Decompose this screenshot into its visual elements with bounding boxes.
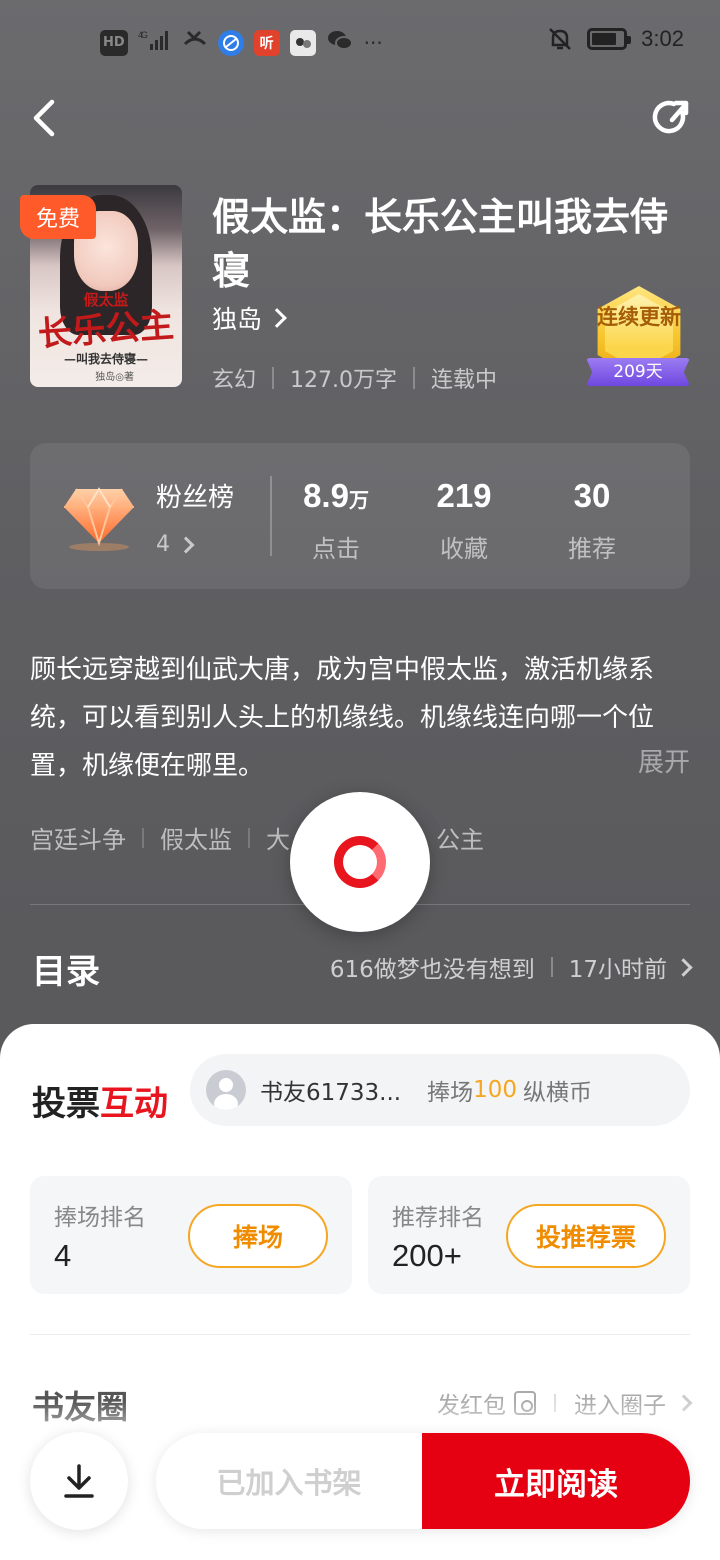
fans-rank: 4: [156, 532, 234, 557]
vote-title-main: 投票: [32, 1084, 100, 1124]
ticker-unit: 纵横币: [523, 1080, 593, 1106]
loading-spinner-icon: [334, 836, 386, 888]
toc-title: 目录: [32, 952, 100, 992]
sheet-divider: [30, 1334, 690, 1335]
share-icon: [652, 100, 689, 134]
download-button[interactable]: [30, 1432, 128, 1530]
status-left: HD 4G 听 ···: [100, 28, 383, 57]
tag-item[interactable]: 大: [266, 820, 290, 855]
latest-chapter: 616做梦也没有想到: [329, 957, 535, 983]
clock: 3:02: [641, 26, 684, 51]
recommend-value: 30: [573, 477, 611, 514]
support-rank-card: 捧场排名 4 捧场: [30, 1176, 352, 1294]
chevron-right-icon: [267, 308, 287, 328]
chevron-right-icon: [674, 957, 693, 977]
synopsis: 顾长远穿越到仙武大唐，成为宫中假太监，激活机缘系统，可以看到别人头上的机缘线。机…: [30, 655, 655, 781]
ting-icon: 听: [253, 29, 280, 56]
support-rank-label: 捧场排名: [54, 1205, 146, 1231]
status-right: 3:02: [547, 26, 684, 52]
updated-time: 17小时前: [568, 957, 667, 983]
battery-icon: [587, 28, 632, 50]
book-title: 假太监：长乐公主叫我去侍寝: [212, 195, 669, 293]
clicks-label: 点击: [312, 535, 360, 563]
fans-rank-value: 4: [156, 532, 170, 557]
tag-item[interactable]: 公主: [436, 820, 484, 855]
recommend-ticket-button[interactable]: 投推荐票: [506, 1204, 666, 1268]
meta-divider: [272, 367, 275, 389]
comic-icon: [289, 29, 316, 56]
book-meta: 玄幻 127.0万字 连载中: [212, 362, 497, 394]
meta-divider: [413, 367, 415, 389]
stats-divider: [270, 476, 272, 556]
cover-title: 假太监 长乐公主 —叫我去侍寝—: [36, 289, 176, 367]
status-bar: HD 4G 听 ··· 3:02: [0, 0, 720, 84]
clicks-unit: 万: [348, 490, 369, 512]
serial-status: 连载中: [431, 368, 498, 393]
missed-call-icon: [182, 28, 208, 57]
back-button[interactable]: [28, 96, 68, 140]
browser-icon: [217, 29, 244, 56]
free-badge: 免费: [20, 195, 97, 239]
recommend-rank-label: 推荐排名: [392, 1205, 484, 1231]
ticker-amount: 100: [473, 1077, 518, 1103]
toc-latest-link[interactable]: 616做梦也没有想到 17小时前: [329, 950, 693, 984]
fans-title: 粉丝榜: [156, 483, 235, 513]
stat-clicks: 8.9万 点击: [281, 477, 391, 564]
word-count: 127.0万字: [290, 368, 397, 393]
stats-card: 粉丝榜 4 8.9万 点击 219 收藏 30 推荐: [30, 443, 690, 589]
clicks-number: 8.9: [303, 477, 349, 514]
more-indicator: ···: [363, 30, 383, 55]
action-bar: 已加入书架 立即阅读: [156, 1433, 690, 1529]
fans-rank-link[interactable]: 粉丝榜 4: [156, 477, 234, 557]
diamond-icon: [62, 479, 136, 553]
section-divider: [30, 904, 690, 905]
toc-divider: [550, 957, 553, 977]
support-rank-value: 4: [54, 1238, 72, 1273]
stat-recommend: 30 推荐: [537, 477, 647, 564]
genre: 玄幻: [212, 368, 257, 393]
cover-title-line2: 长乐公主: [36, 305, 176, 355]
download-icon: [64, 1464, 94, 1498]
ticker-action: 捧场: [427, 1080, 474, 1106]
loading-overlay: [290, 792, 430, 932]
support-ticker: 书友61733... 捧场 100 纵横币: [190, 1054, 690, 1126]
chevron-left-icon: [33, 99, 55, 137]
wechat-icon: [326, 28, 354, 57]
svg-text:4G: 4G: [138, 30, 148, 40]
expand-button[interactable]: 展开: [638, 742, 690, 779]
chevron-right-icon: [177, 536, 195, 553]
signal-icon: 4G: [138, 28, 172, 57]
tag-divider: [248, 827, 250, 848]
share-button[interactable]: [652, 96, 692, 140]
badge-days: 209天: [586, 358, 690, 386]
tag-item[interactable]: 宫廷斗争: [30, 820, 126, 855]
added-to-shelf-button[interactable]: 已加入书架: [156, 1433, 422, 1529]
stat-favorites: 219 收藏: [409, 477, 519, 564]
bell-off-icon: [547, 26, 573, 52]
author-name: 独岛: [212, 305, 263, 334]
favorites-value: 219: [436, 477, 492, 514]
tag-item[interactable]: 假太监: [160, 820, 232, 855]
ticker-user: 书友61733...: [260, 1080, 402, 1106]
update-badge: 连续更新 209天: [586, 286, 690, 394]
favorites-label: 收藏: [440, 535, 488, 563]
vote-title: 投票互动: [32, 1076, 168, 1125]
vote-title-accent: 互动: [100, 1084, 168, 1124]
tag-divider: [142, 827, 144, 848]
read-now-button[interactable]: 立即阅读: [422, 1433, 690, 1529]
recommend-rank-value: 200+: [392, 1238, 462, 1273]
avatar: [206, 1070, 246, 1110]
author-link[interactable]: 独岛: [212, 300, 287, 336]
support-button[interactable]: 捧场: [188, 1204, 328, 1268]
clicks-value: 8.9万: [281, 477, 391, 515]
hd-indicator: HD: [100, 29, 128, 56]
recommend-label: 推荐: [568, 535, 616, 563]
badge-text: 连续更新: [597, 304, 681, 329]
recommend-rank-card: 推荐排名 200+ 投推荐票: [368, 1176, 690, 1294]
cover-author: 独岛◎著: [95, 372, 134, 383]
